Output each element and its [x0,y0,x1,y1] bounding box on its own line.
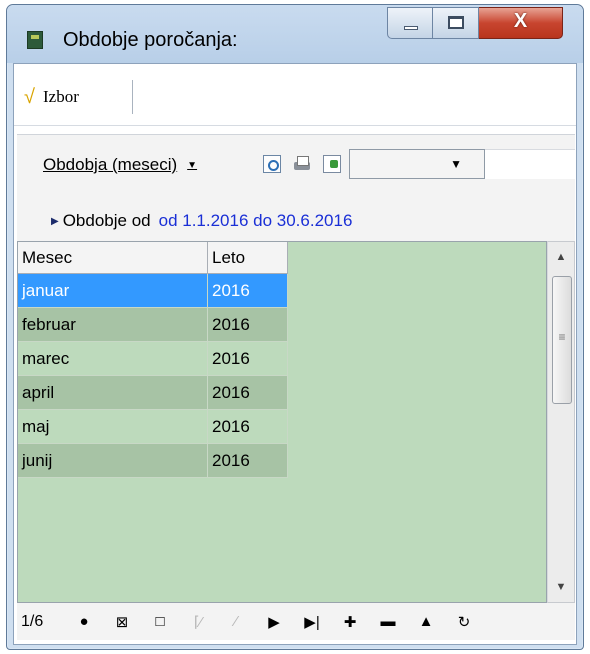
navigator-buttons: ● ⊠ □ ⌈⁄ ⁄ ▶ ▶| ✚ ▬ ▲ ↻ [65,613,483,631]
period-range: ▶ Obdobje od od 1.1.2016 do 30.6.2016 [51,211,352,231]
grip-icon: ≡ [558,330,566,344]
cell-mesec[interactable]: februar [18,308,208,342]
title-bar[interactable]: Obdobje poročanja: X [7,5,583,63]
add-record-icon[interactable]: ✚ [331,613,369,631]
cell-mesec[interactable]: maj [18,410,208,444]
dialog-window: Obdobje poročanja: X √ Izbor Obdobja (me… [6,4,584,650]
move-up-icon[interactable]: ▲ [407,613,445,631]
last-record-icon[interactable]: ▶| [293,613,331,631]
izbor-button[interactable]: √ Izbor [24,82,87,112]
export-icon[interactable] [323,155,341,173]
close-button[interactable]: X [479,7,563,39]
next-record-icon[interactable]: ▶ [255,613,293,631]
dialog-client-area: √ Izbor Obdobja (meseci) ▼ ▼ ▶ Obdobje o… [13,63,577,645]
app-icon [27,31,43,49]
table-row[interactable]: marec 2016 [18,342,288,376]
column-header-leto[interactable]: Leto [208,242,288,274]
delete-record-icon[interactable]: ▬ [369,613,407,631]
close-icon: X [513,10,528,32]
cell-mesec[interactable]: april [18,376,208,410]
cancel-edit-icon[interactable]: ⊠ [103,613,141,631]
printer-icon[interactable] [293,155,311,173]
table-row[interactable]: junij 2016 [18,444,288,478]
cell-leto[interactable]: 2016 [208,444,288,478]
cell-leto[interactable]: 2016 [208,342,288,376]
cell-mesec[interactable]: marec [18,342,208,376]
scroll-down-icon[interactable]: ▼ [548,574,574,600]
panel-toolbar: Obdobja (meseci) ▼ ▼ [17,135,575,193]
first-record-icon[interactable]: ● [65,613,103,631]
period-panel: Obdobja (meseci) ▼ ▼ ▶ Obdobje od od 1.1… [17,134,575,640]
scroll-up-icon[interactable]: ▲ [548,244,574,270]
table-row[interactable]: januar 2016 [18,274,288,308]
grid-header: Mesec Leto [18,242,288,274]
range-label: Obdobje od [62,211,151,230]
table-row[interactable]: februar 2016 [18,308,288,342]
cell-leto[interactable]: 2016 [208,274,288,308]
cell-leto[interactable]: 2016 [208,308,288,342]
cell-mesec[interactable]: junij [18,444,208,478]
window-title: Obdobje poročanja: [63,29,238,51]
vertical-scrollbar[interactable]: ▲ ≡ ▼ [547,241,575,603]
cell-leto[interactable]: 2016 [208,410,288,444]
combo-dropdown-arrow-icon[interactable]: ▼ [450,157,462,171]
table-row[interactable]: april 2016 [18,376,288,410]
post-disabled-icon[interactable]: ⌈⁄ [179,613,217,631]
cell-mesec[interactable]: januar [18,274,208,308]
minimize-icon [404,26,418,30]
record-navigator: 1/6 ● ⊠ □ ⌈⁄ ⁄ ▶ ▶| ✚ ▬ ▲ ↻ [17,605,575,639]
edit-disabled-icon[interactable]: ⁄ [217,613,255,631]
period-type-label: Obdobja (meseci) [43,155,178,174]
table-row[interactable]: maj 2016 [18,410,288,444]
cell-leto[interactable]: 2016 [208,376,288,410]
izbor-label: Izbor [42,87,79,106]
checkmark-icon: √ [24,85,35,108]
scrollbar-thumb[interactable]: ≡ [552,276,572,404]
column-header-mesec[interactable]: Mesec [18,242,208,274]
maximize-button[interactable] [433,7,479,39]
filter-combobox[interactable]: ▼ [349,149,485,179]
toolbar-filler [485,149,575,179]
toolbar-separator [132,80,133,114]
maximize-icon [448,16,464,29]
months-grid[interactable]: Mesec Leto januar 2016 februar 2016 marec 201… [17,241,547,603]
chevron-down-icon: ▼ [187,159,198,171]
grid-rows: januar 2016 februar 2016 marec 2016 april 2016 m… [18,274,288,478]
record-count: 1/6 [21,613,44,630]
minimize-button[interactable] [387,7,433,39]
expand-triangle-icon[interactable]: ▶ [51,216,59,227]
refresh-icon[interactable]: ↻ [445,613,483,631]
period-type-menu[interactable]: Obdobja (meseci) ▼ [43,155,197,175]
main-toolbar: √ Izbor [14,64,576,126]
range-value: od 1.1.2016 do 30.6.2016 [158,211,353,230]
new-blank-icon[interactable]: □ [141,613,179,631]
print-preview-icon[interactable] [263,155,281,173]
